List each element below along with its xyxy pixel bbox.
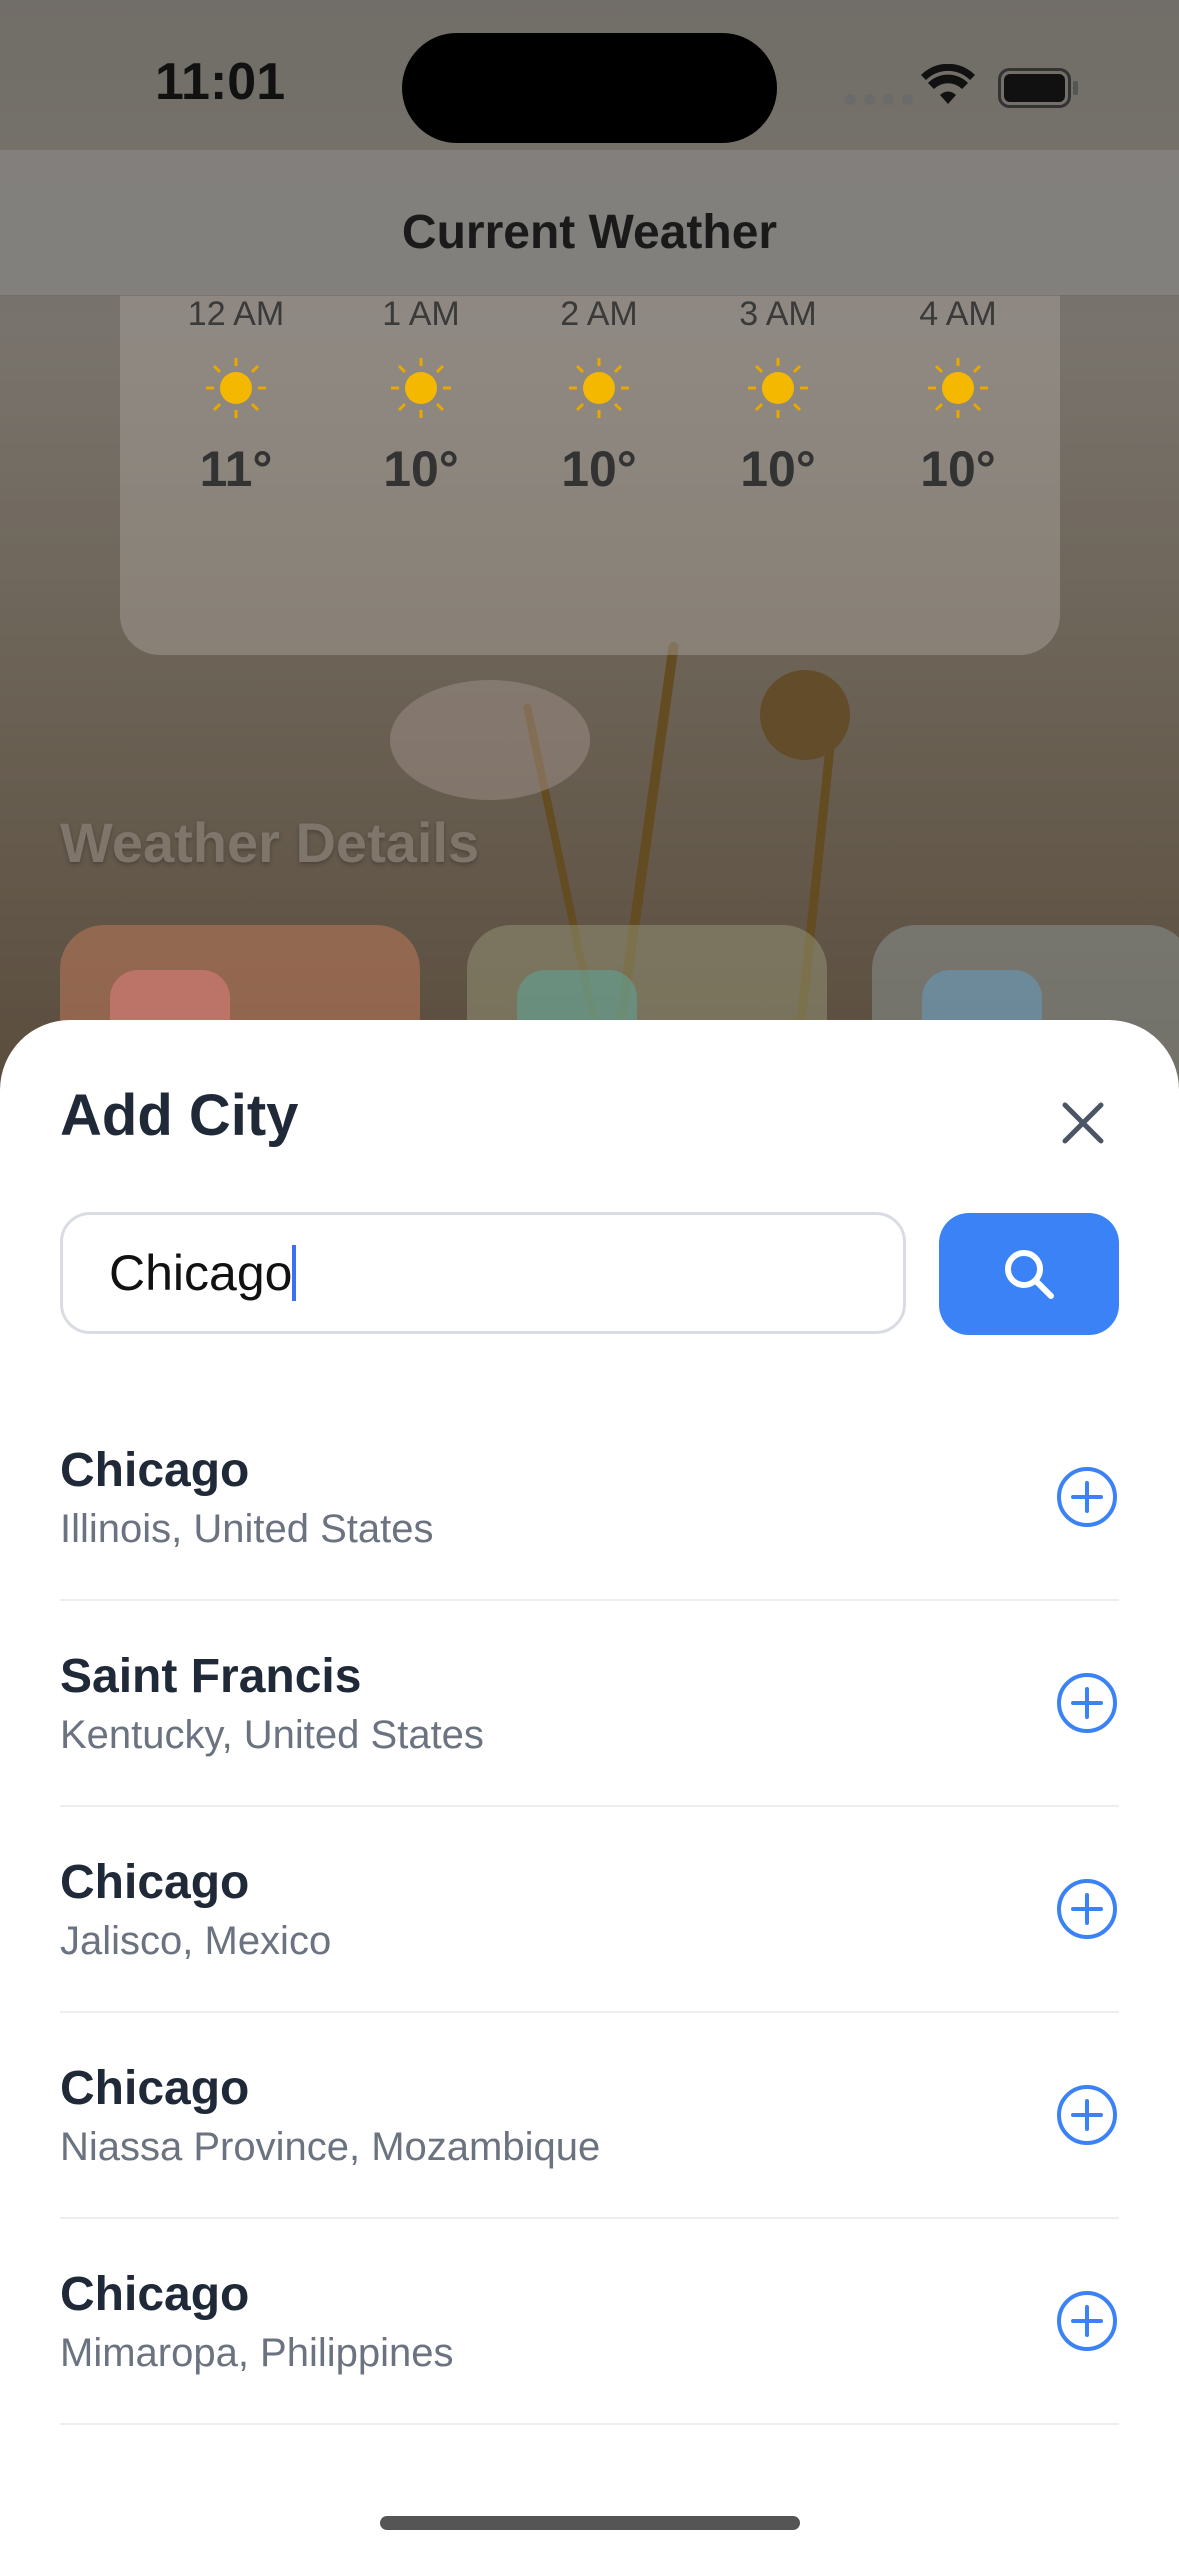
page-title: Current Weather: [401, 206, 778, 259]
search-icon: [1005, 1250, 1054, 1299]
list-item[interactable]: Chicago Jalisco, Mexico: [60, 1807, 1119, 2013]
result-region: Jalisco, Mexico: [60, 1919, 332, 1963]
add-circle-icon[interactable]: [1055, 2289, 1119, 2353]
add-circle-icon[interactable]: [1055, 1877, 1119, 1941]
result-city: Chicago: [60, 1856, 250, 1909]
hour-label: 4 AM: [919, 295, 997, 333]
result-city: Chicago: [60, 1444, 250, 1497]
home-indicator[interactable]: [380, 2516, 800, 2530]
add-circle-icon[interactable]: [1055, 1671, 1119, 1735]
add-circle-icon[interactable]: [1055, 2083, 1119, 2147]
hour-item: 1 AM 10°: [341, 295, 501, 498]
sun-icon: [926, 356, 990, 420]
hour-temp: 10°: [561, 441, 637, 497]
result-city: Chicago: [60, 2062, 250, 2115]
cellular-signal-icon: [845, 94, 913, 105]
search-button[interactable]: [939, 1213, 1119, 1335]
sun-icon: [204, 356, 268, 420]
hour-item: 12 AM 11°: [156, 295, 316, 498]
result-region: Niassa Province, Mozambique: [60, 2125, 601, 2169]
hour-temp: 11°: [199, 441, 273, 497]
add-circle-icon[interactable]: [1055, 1465, 1119, 1529]
city-search-input[interactable]: Chicago: [60, 1212, 906, 1334]
close-button[interactable]: [1050, 1090, 1116, 1156]
hour-label: 3 AM: [739, 295, 817, 333]
result-region: Illinois, United States: [60, 1507, 434, 1551]
hour-temp: 10°: [920, 441, 996, 497]
hour-item: 2 AM 10°: [519, 295, 679, 498]
sheet-title: Add City: [60, 1083, 299, 1148]
search-input-value: Chicago: [109, 1245, 293, 1301]
hour-item: 4 AM 10°: [878, 295, 1038, 498]
sun-icon: [567, 356, 631, 420]
hour-temp: 10°: [383, 441, 459, 497]
list-item[interactable]: Chicago Illinois, United States: [60, 1395, 1119, 1601]
list-item[interactable]: Chicago Niassa Province, Mozambique: [60, 2013, 1119, 2219]
result-region: Kentucky, United States: [60, 1713, 484, 1757]
wifi-icon: [920, 63, 976, 111]
sun-icon: [389, 356, 453, 420]
screen: 12 AM 11° 1 AM 10° 2 AM 10° 3 AM 10° 4 A…: [0, 0, 1179, 2556]
hour-item: 3 AM 10°: [698, 295, 858, 498]
result-region: Mimaropa, Philippines: [60, 2331, 454, 2375]
list-item[interactable]: Chicago Mimaropa, Philippines: [60, 2219, 1119, 2425]
search-results-list: Chicago Illinois, United States Saint Fr…: [60, 1395, 1119, 2425]
hour-temp: 10°: [740, 441, 816, 497]
status-bar: 11:01: [0, 0, 1179, 150]
text-caret: [292, 1245, 297, 1301]
status-time: 11:01: [155, 53, 286, 111]
close-icon: [1062, 1102, 1104, 1144]
hour-label: 12 AM: [187, 295, 285, 333]
hour-label: 1 AM: [382, 295, 460, 333]
result-city: Chicago: [60, 2268, 250, 2321]
dynamic-island: [402, 33, 777, 143]
list-item[interactable]: Saint Francis Kentucky, United States: [60, 1601, 1119, 1807]
battery-icon: [998, 68, 1080, 113]
hour-label: 2 AM: [560, 295, 638, 333]
weather-details-heading: Weather Details: [60, 811, 480, 874]
sun-icon: [746, 356, 810, 420]
result-city: Saint Francis: [60, 1650, 362, 1703]
